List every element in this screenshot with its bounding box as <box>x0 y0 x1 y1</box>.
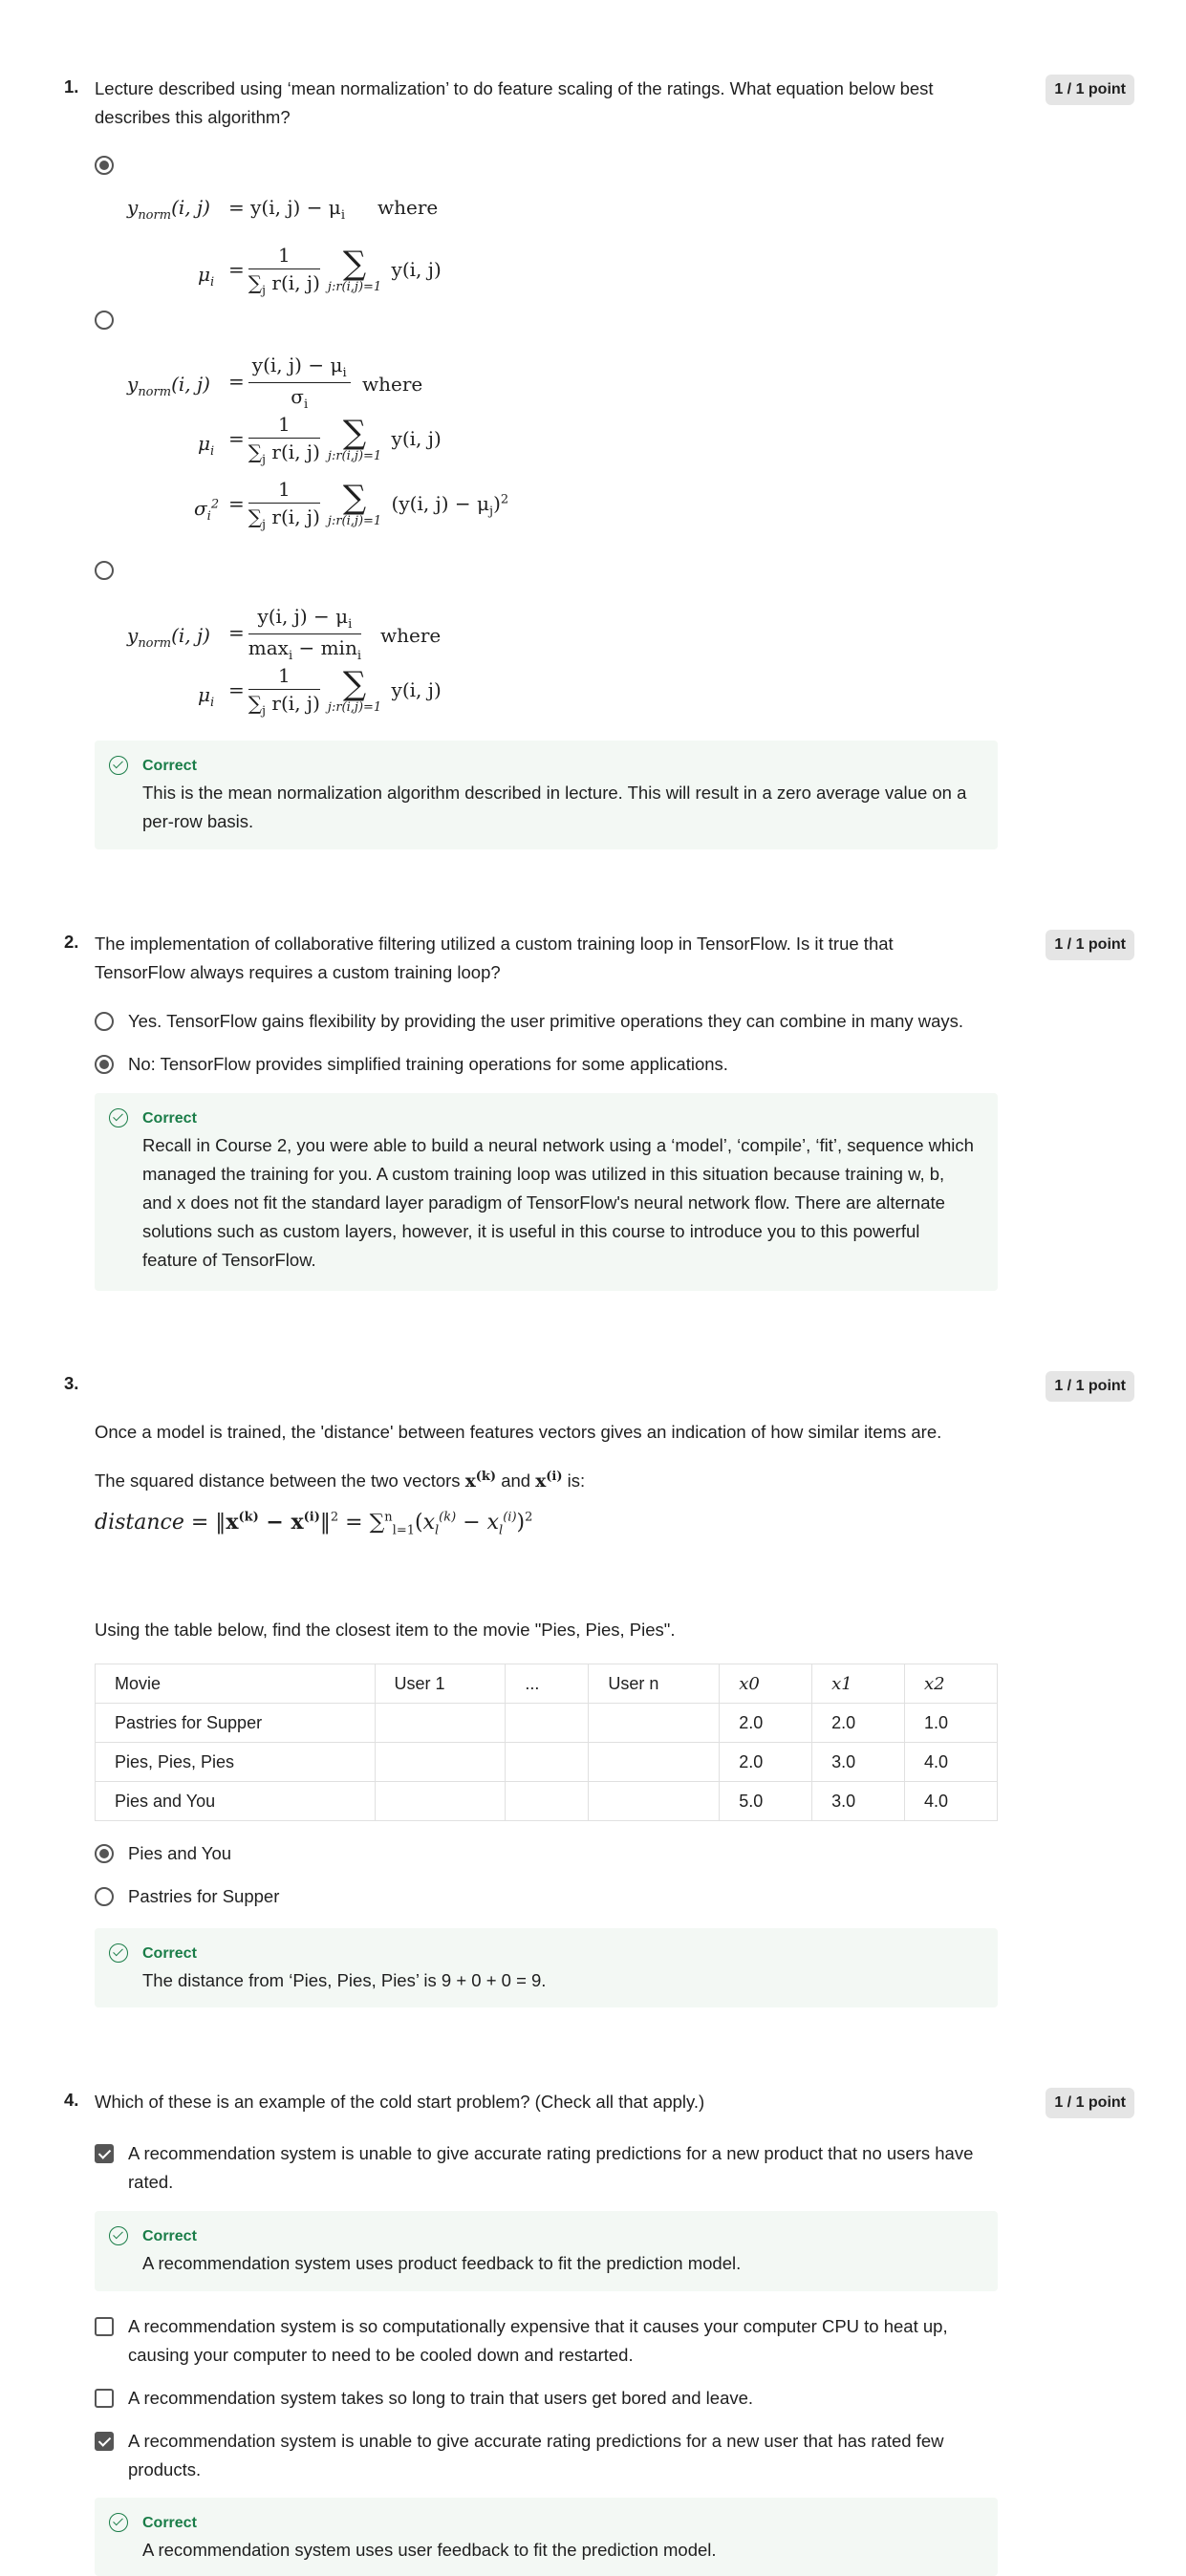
score-badge: 1 / 1 point <box>1046 1371 1134 1402</box>
feedback-box: Correct The distance from ‘Pies, Pies, P… <box>95 1928 998 2007</box>
check-circle-icon <box>109 2226 128 2245</box>
option-radio-a[interactable] <box>95 156 114 175</box>
check-circle-icon <box>109 756 128 775</box>
option-label: Pies and You <box>128 1843 232 1863</box>
option-label: A recommendation system is so computatio… <box>128 2316 948 2365</box>
feedback-title: Correct <box>142 2228 197 2244</box>
table-cell: Pies, Pies, Pies <box>95 1742 376 1782</box>
table-cell: 2.0 <box>719 1742 813 1782</box>
option-radio-yes[interactable] <box>95 1012 114 1031</box>
check-circle-icon <box>109 1108 128 1127</box>
feedback-title: Correct <box>142 1110 197 1127</box>
table-prompt: Using the table below, find the closest … <box>95 1620 676 1640</box>
option-checkbox-new-product[interactable] <box>95 2144 114 2163</box>
feedback-box: Correct A recommendation system uses use… <box>95 2498 998 2576</box>
table-cell <box>374 1703 507 1743</box>
score-badge: 1 / 1 point <box>1046 75 1134 105</box>
feedback-text: Recall in Course 2, you were able to bui… <box>142 1135 974 1270</box>
table-header-row: Movie User 1 ... User n x0 x1 x2 <box>95 1664 998 1704</box>
movie-feature-table: Movie User 1 ... User n x0 x1 x2 Pastrie… <box>95 1664 998 1821</box>
option-label: Pastries for Supper <box>128 1886 280 1906</box>
feedback-title: Correct <box>142 758 197 774</box>
table-cell: 2.0 <box>811 1703 906 1743</box>
option-checkbox-new-user[interactable] <box>95 2432 114 2451</box>
question-number: 3. <box>64 1373 79 1393</box>
option-radio-pastries[interactable] <box>95 1887 114 1906</box>
question-number: 4. <box>64 2090 79 2110</box>
question-number: 2. <box>64 932 79 952</box>
where-label: where <box>377 196 439 219</box>
where-label: where <box>380 624 442 647</box>
question-text: The implementation of collaborative filt… <box>95 934 894 982</box>
table-cell <box>588 1781 721 1821</box>
option-radio-c[interactable] <box>95 561 114 580</box>
table-cell: x1 <box>811 1664 906 1704</box>
table-cell: x2 <box>904 1664 998 1704</box>
table-cell <box>374 1742 507 1782</box>
table-cell <box>374 1781 507 1821</box>
distance-formula: distance = ‖x(k) − x(i)‖2 = ∑nl=1(xl(k) … <box>95 1510 533 1538</box>
table-cell <box>505 1781 590 1821</box>
table-row: Pies and You 5.0 3.0 4.0 <box>95 1781 998 1821</box>
table-cell: 4.0 <box>904 1742 998 1782</box>
where-label: where <box>362 373 423 396</box>
table-cell: Pastries for Supper <box>95 1703 376 1743</box>
score-badge: 1 / 1 point <box>1046 2088 1134 2118</box>
question-text: Lecture described using ‘mean normalizat… <box>95 78 934 127</box>
option-label: No: TensorFlow provides simplified train… <box>128 1054 728 1074</box>
score-badge: 1 / 1 point <box>1046 930 1134 960</box>
table-cell: 3.0 <box>811 1742 906 1782</box>
question-intro: Once a model is trained, the 'distance' … <box>95 1422 942 1442</box>
feedback-title: Correct <box>142 2515 197 2531</box>
feedback-box: Correct A recommendation system uses pro… <box>95 2211 998 2291</box>
feedback-text: This is the mean normalization algorithm… <box>142 783 967 831</box>
feedback-text: A recommendation system uses user feedba… <box>142 2540 717 2560</box>
table-cell: Movie <box>95 1664 376 1704</box>
table-cell: 5.0 <box>719 1781 813 1821</box>
table-cell: Pies and You <box>95 1781 376 1821</box>
option-radio-pies-and-you[interactable] <box>95 1844 114 1863</box>
table-cell: User n <box>588 1664 721 1704</box>
table-cell <box>505 1742 590 1782</box>
option-radio-b[interactable] <box>95 311 114 330</box>
table-cell: 4.0 <box>904 1781 998 1821</box>
table-cell: ... <box>505 1664 590 1704</box>
question-text: Which of these is an example of the cold… <box>95 2092 705 2112</box>
table-cell: 1.0 <box>904 1703 998 1743</box>
option-checkbox-cpu-heat[interactable] <box>95 2317 114 2336</box>
table-cell: x0 <box>719 1664 813 1704</box>
table-cell: 3.0 <box>811 1781 906 1821</box>
feedback-title: Correct <box>142 1945 197 1962</box>
squared-distance-text: The squared distance between the two vec… <box>95 1470 586 1492</box>
question-number: 1. <box>64 76 79 97</box>
feedback-box: Correct Recall in Course 2, you were abl… <box>95 1093 998 1291</box>
table-cell <box>588 1703 721 1743</box>
option-checkbox-slow-training[interactable] <box>95 2389 114 2408</box>
table-cell <box>588 1742 721 1782</box>
check-circle-icon <box>109 1943 128 1963</box>
check-circle-icon <box>109 2513 128 2532</box>
option-label: A recommendation system takes so long to… <box>128 2388 754 2408</box>
feedback-text: A recommendation system uses product fee… <box>142 2253 742 2273</box>
option-label: A recommendation system is unable to giv… <box>128 2431 944 2479</box>
option-label: Yes. TensorFlow gains flexibility by pro… <box>128 1011 964 1031</box>
table-cell: 2.0 <box>719 1703 813 1743</box>
table-row: Pies, Pies, Pies 2.0 3.0 4.0 <box>95 1742 998 1782</box>
option-radio-no[interactable] <box>95 1055 114 1074</box>
feedback-box: Correct This is the mean normalization a… <box>95 741 998 849</box>
feedback-text: The distance from ‘Pies, Pies, Pies’ is … <box>142 1970 547 1990</box>
table-row: Pastries for Supper 2.0 2.0 1.0 <box>95 1703 998 1743</box>
option-label: A recommendation system is unable to giv… <box>128 2143 974 2192</box>
table-cell <box>505 1703 590 1743</box>
table-cell: User 1 <box>374 1664 507 1704</box>
